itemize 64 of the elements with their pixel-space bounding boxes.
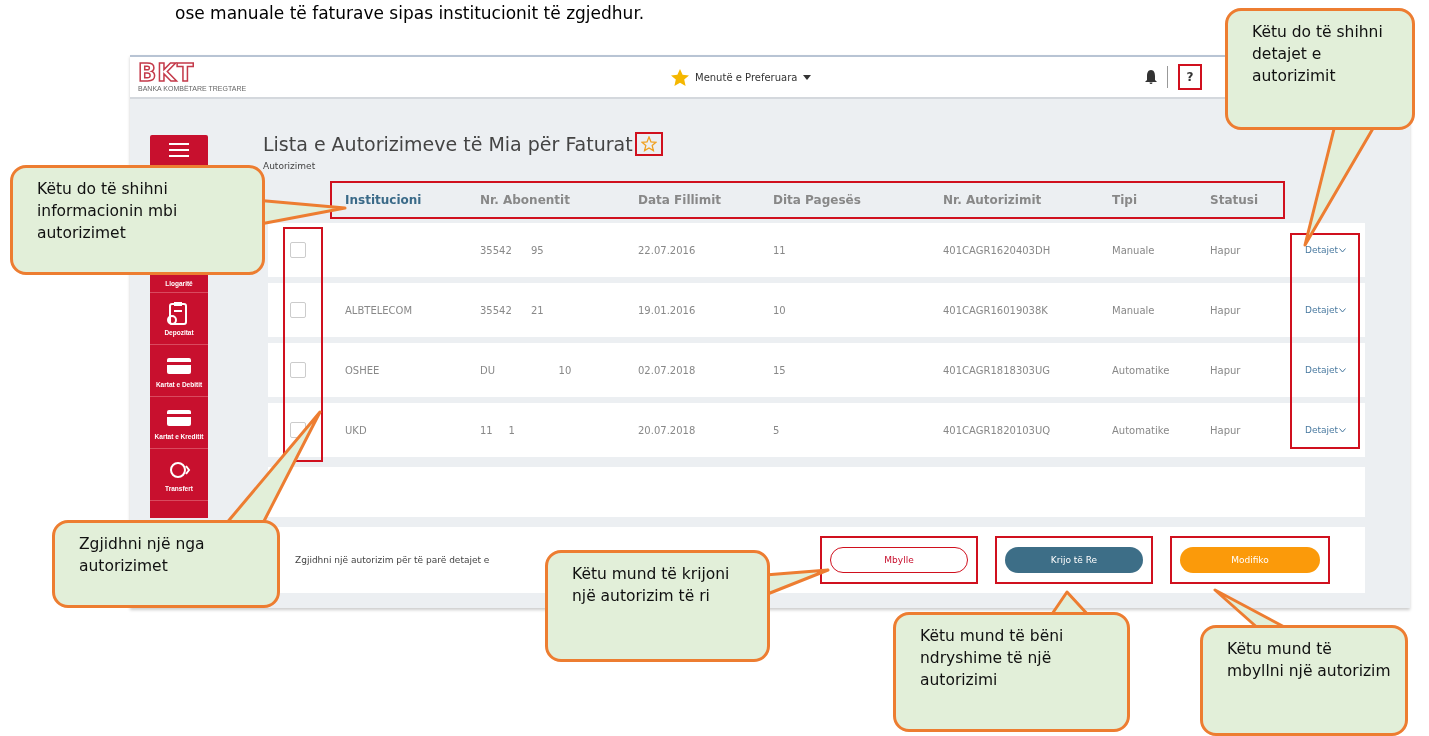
table-cell: 35542 95	[480, 244, 544, 256]
table-cell: Hapur	[1210, 424, 1241, 436]
callout: Zgjidhni një nga autorizimet	[52, 520, 280, 608]
table-cell: 15	[773, 364, 786, 376]
action-button[interactable]: Krijo të Re	[1005, 547, 1143, 573]
row-checkbox[interactable]	[290, 242, 306, 258]
table-cell: ALBTELECOM	[345, 304, 413, 316]
details-link[interactable]: Detajet	[1305, 305, 1365, 315]
table-cell: 22.07.2016	[638, 244, 696, 256]
caption-text: ose manuale të faturave sipas institucionit të zgjedhur.	[175, 2, 645, 24]
table-cell: 401CAGR1820103UQ	[943, 424, 1051, 436]
favorites-menu[interactable]: Menutë e Preferuara	[671, 68, 812, 86]
callout: Këtu mund të krijoni një autorizim të ri	[545, 550, 770, 662]
table-cell: 11	[773, 244, 786, 256]
table-cell: Automatike	[1112, 424, 1170, 436]
action-button[interactable]: Mbylle	[830, 547, 968, 573]
chevron-down-icon	[1339, 247, 1347, 253]
table-cell: Manuale	[1112, 244, 1155, 256]
menu-button[interactable]	[150, 135, 208, 165]
chevron-down-icon	[1339, 367, 1347, 373]
table-cell: 02.07.2018	[638, 364, 696, 376]
star-icon	[640, 136, 657, 152]
column-header[interactable]: Nr. Autorizimit	[943, 193, 1112, 207]
table-cell: DU 10	[480, 364, 572, 376]
table-cell: Manuale	[1112, 304, 1155, 316]
details-link[interactable]: Detajet	[1305, 425, 1365, 435]
row-checkbox[interactable]	[290, 302, 306, 318]
logo-mark: BKT	[138, 61, 195, 85]
page-title: Lista e Autorizimeve të Mia për Faturat	[263, 133, 633, 155]
favorite-star-button[interactable]	[634, 132, 663, 156]
column-header[interactable]: Nr. Abonentit	[480, 193, 638, 207]
column-header[interactable]: Statusi	[1210, 193, 1280, 207]
table-cell: 401CAGR16019038K	[943, 304, 1048, 316]
details-link[interactable]: Detajet	[1305, 365, 1365, 375]
star-icon	[671, 68, 689, 86]
column-header[interactable]: Tipi	[1112, 193, 1210, 207]
table-cell: 401CAGR1620403DH	[943, 244, 1051, 256]
column-header[interactable]: Institucioni	[345, 193, 480, 207]
table-cell: 401CAGR1818303UG	[943, 364, 1051, 376]
bell-icon	[1145, 70, 1157, 84]
table-cell: 19.01.2016	[638, 304, 696, 316]
table-cell: UKD	[345, 424, 367, 436]
column-header[interactable]: Dita Pagesës	[773, 193, 943, 207]
caret-icon	[803, 74, 812, 80]
hint-text: Zgjidhni një autorizim për të parë detajet e	[295, 555, 490, 565]
table-cell: Automatike	[1112, 364, 1170, 376]
table-cell: Hapur	[1210, 244, 1241, 256]
help-button[interactable]: ?	[1178, 64, 1202, 90]
table-cell: 20.07.2018	[638, 424, 696, 436]
details-link[interactable]: Detajet	[1305, 245, 1365, 255]
table-cell: Hapur	[1210, 304, 1241, 316]
menu-icon	[169, 143, 189, 157]
breadcrumb: Autorizimet	[263, 161, 317, 171]
chevron-down-icon	[1339, 307, 1347, 313]
row-checkbox[interactable]	[290, 362, 306, 378]
table-cell: 11 1	[480, 424, 515, 436]
table-cell: 5	[773, 424, 780, 436]
table-cell: 35542 21	[480, 304, 544, 316]
callout: Këtu mund të bëni ndryshime të një autorizimi	[893, 612, 1130, 732]
chevron-down-icon	[1339, 427, 1347, 433]
table-cell: Hapur	[1210, 364, 1241, 376]
table-cell: OSHEE	[345, 364, 380, 376]
column-header[interactable]: Data Fillimit	[638, 193, 773, 207]
table-cell: 10	[773, 304, 786, 316]
